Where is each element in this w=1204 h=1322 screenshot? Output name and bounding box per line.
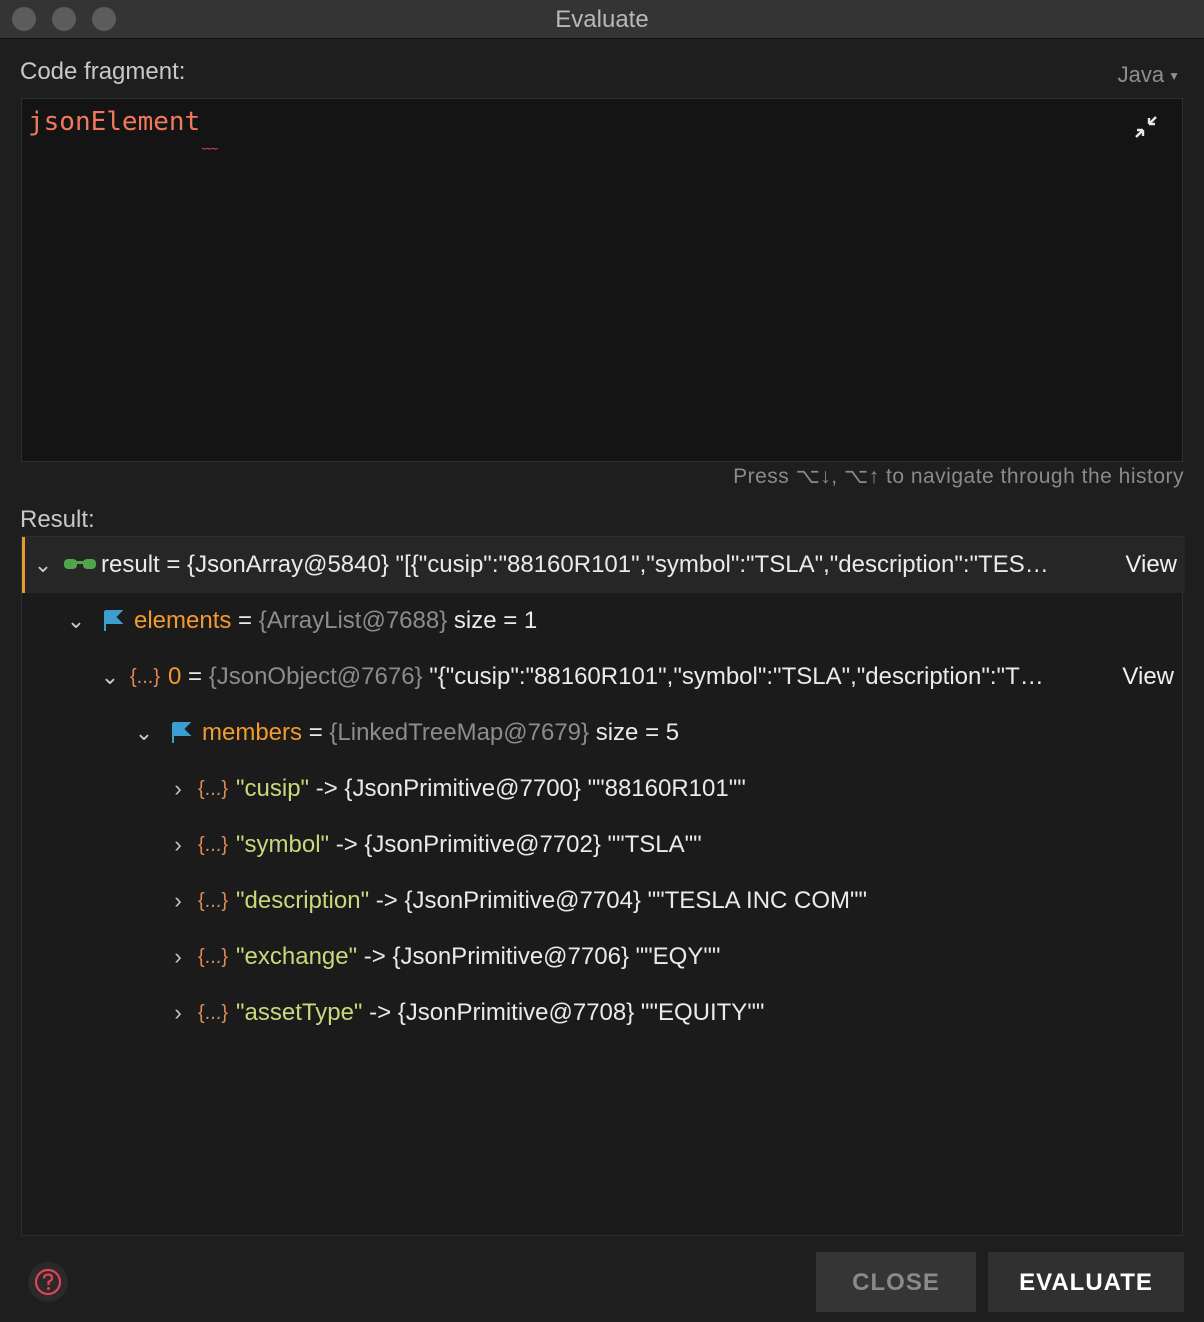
row-arrow: -> bbox=[362, 999, 398, 1026]
row-type: {JsonObject@7676} bbox=[208, 663, 423, 690]
chevron-down-icon[interactable]: ⌄ bbox=[98, 649, 122, 705]
chevron-down-icon[interactable]: ⌄ bbox=[132, 705, 156, 761]
code-editor[interactable]: jsonElement ﹏ bbox=[21, 98, 1183, 462]
row-name: "exchange" bbox=[236, 943, 358, 970]
tree-row-elements[interactable]: ⌄ elements = {ArrayList@7688} size = 1 bbox=[22, 593, 1182, 649]
glasses-icon bbox=[64, 559, 96, 569]
chevron-right-icon[interactable]: › bbox=[166, 761, 190, 817]
result-tree[interactable]: ⌄ result = {JsonArray@5840} "[{"cusip":"… bbox=[21, 536, 1185, 1236]
row-value: "[{"cusip":"88160R101","symbol":"TSLA","… bbox=[388, 551, 1049, 578]
braces-icon: {...} bbox=[198, 834, 229, 856]
row-eq: = bbox=[181, 663, 209, 690]
row-name: members bbox=[202, 719, 303, 746]
evaluate-button[interactable]: EVALUATE bbox=[988, 1252, 1184, 1312]
braces-icon: {...} bbox=[198, 1002, 229, 1024]
braces-icon: {...} bbox=[130, 666, 161, 688]
view-link[interactable]: View bbox=[1125, 537, 1177, 593]
tree-row-description[interactable]: › {...} "description" -> {JsonPrimitive@… bbox=[22, 873, 1182, 929]
code-fragment-label: Code fragment: bbox=[20, 58, 186, 85]
row-value: ""TSLA"" bbox=[600, 831, 702, 858]
braces-icon: {...} bbox=[198, 946, 229, 968]
row-name: "cusip" bbox=[236, 775, 310, 802]
row-type: {JsonPrimitive@7706} bbox=[392, 943, 629, 970]
row-type: {ArrayList@7688} bbox=[258, 607, 448, 634]
tree-row-cusip[interactable]: › {...} "cusip" -> {JsonPrimitive@7700} … bbox=[22, 761, 1182, 817]
result-label: Result: bbox=[20, 506, 95, 533]
code-text: jsonElement bbox=[28, 107, 201, 137]
chevron-right-icon[interactable]: › bbox=[166, 929, 190, 985]
row-type: {JsonPrimitive@7708} bbox=[397, 999, 635, 1026]
row-value: ""EQUITY"" bbox=[634, 999, 765, 1026]
chevron-down-icon[interactable]: ⌄ bbox=[64, 593, 88, 649]
row-value: size = 5 bbox=[589, 719, 680, 746]
row-type: {JsonPrimitive@7704} bbox=[404, 887, 641, 914]
row-name: "assetType" bbox=[236, 999, 363, 1026]
tree-row-result[interactable]: ⌄ result = {JsonArray@5840} "[{"cusip":"… bbox=[22, 537, 1185, 593]
flag-icon bbox=[104, 610, 124, 631]
collapse-icon[interactable] bbox=[1132, 113, 1160, 141]
language-value: Java bbox=[1117, 62, 1165, 87]
row-type: {JsonPrimitive@7702} bbox=[364, 831, 601, 858]
row-arrow: -> bbox=[329, 831, 365, 858]
help-icon bbox=[34, 1268, 62, 1296]
tree-row-exchange[interactable]: › {...} "exchange" -> {JsonPrimitive@770… bbox=[22, 929, 1182, 985]
row-arrow: -> bbox=[369, 887, 405, 914]
row-type: {JsonPrimitive@7700} bbox=[344, 775, 581, 802]
chevron-right-icon[interactable]: › bbox=[166, 817, 190, 873]
row-eq: = bbox=[231, 607, 259, 634]
row-name: elements bbox=[134, 607, 232, 634]
chevron-right-icon[interactable]: › bbox=[166, 873, 190, 929]
caret-down-icon: ▼ bbox=[1168, 69, 1180, 84]
title-bar: Evaluate bbox=[0, 0, 1204, 39]
close-button[interactable]: CLOSE bbox=[816, 1252, 976, 1312]
row-arrow: -> bbox=[357, 943, 393, 970]
row-name: "symbol" bbox=[236, 831, 330, 858]
row-value: ""88160R101"" bbox=[580, 775, 746, 802]
row-name: 0 bbox=[168, 663, 182, 690]
tree-row-index-0[interactable]: ⌄ {...} 0 = {JsonObject@7676} "{"cusip":… bbox=[22, 649, 1182, 705]
window-title: Evaluate bbox=[555, 6, 649, 33]
row-type: {LinkedTreeMap@7679} bbox=[329, 719, 590, 746]
braces-icon: {...} bbox=[198, 778, 229, 800]
view-link[interactable]: View bbox=[1122, 649, 1174, 705]
tree-row-members[interactable]: ⌄ members = {LinkedTreeMap@7679} size = … bbox=[22, 705, 1182, 761]
row-eq: = bbox=[302, 719, 330, 746]
history-hint: Press ⌥↓, ⌥↑ to navigate through the his… bbox=[733, 465, 1184, 488]
row-value: ""EQY"" bbox=[628, 943, 721, 970]
row-name: result bbox=[101, 551, 160, 578]
flag-icon bbox=[172, 722, 192, 743]
braces-icon: {...} bbox=[198, 890, 229, 912]
row-type: {JsonArray@5840} bbox=[187, 551, 389, 578]
row-value: size = 1 bbox=[447, 607, 538, 634]
tree-row-symbol[interactable]: › {...} "symbol" -> {JsonPrimitive@7702}… bbox=[22, 817, 1182, 873]
row-value: "{"cusip":"88160R101","symbol":"TSLA","d… bbox=[422, 663, 1044, 690]
row-arrow: -> bbox=[309, 775, 345, 802]
chevron-down-icon[interactable]: ⌄ bbox=[31, 537, 55, 593]
help-button[interactable] bbox=[28, 1262, 68, 1302]
chevron-right-icon[interactable]: › bbox=[166, 985, 190, 1041]
language-selector[interactable]: Java ▼ bbox=[1118, 62, 1180, 88]
error-squiggle: ﹏ bbox=[202, 133, 219, 152]
row-value: ""TESLA INC COM"" bbox=[640, 887, 868, 914]
row-name: "description" bbox=[236, 887, 370, 914]
row-eq: = bbox=[159, 551, 188, 578]
tree-row-assettype[interactable]: › {...} "assetType" -> {JsonPrimitive@77… bbox=[22, 985, 1182, 1041]
